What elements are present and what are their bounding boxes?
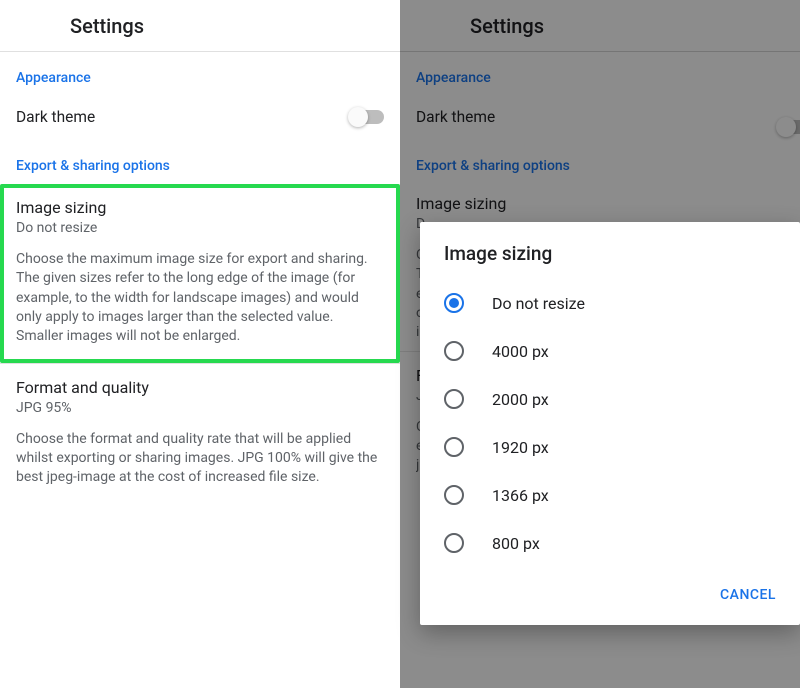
radio-icon xyxy=(444,293,464,313)
dialog-actions: CANCEL xyxy=(420,571,800,625)
radio-icon xyxy=(444,485,464,505)
radio-option[interactable]: 1366 px xyxy=(420,471,800,519)
radio-option[interactable]: 800 px xyxy=(420,519,800,567)
radio-label: 4000 px xyxy=(492,342,549,361)
dark-theme-label: Dark theme xyxy=(16,108,95,126)
image-sizing-value: Do not resize xyxy=(16,220,384,236)
image-sizing-item[interactable]: Image sizing Do not resize Choose the ma… xyxy=(0,184,400,363)
settings-header: Settings xyxy=(0,0,400,52)
image-sizing-description: Choose the maximum image size for export… xyxy=(16,250,384,347)
dark-theme-row[interactable]: Dark theme xyxy=(0,96,400,140)
radio-label: 800 px xyxy=(492,534,540,553)
format-quality-value: JPG 95% xyxy=(16,400,384,416)
radio-label: 1366 px xyxy=(492,486,549,505)
page-title: Settings xyxy=(70,14,144,38)
radio-label: Do not resize xyxy=(492,294,585,313)
format-quality-title: Format and quality xyxy=(16,378,384,397)
radio-icon xyxy=(444,533,464,553)
radio-label: 1920 px xyxy=(492,438,549,457)
section-export: Export & sharing options xyxy=(0,140,400,184)
radio-option[interactable]: 4000 px xyxy=(420,327,800,375)
radio-option[interactable]: 1920 px xyxy=(420,423,800,471)
format-quality-item[interactable]: Format and quality JPG 95% Choose the fo… xyxy=(0,364,400,504)
radio-icon xyxy=(444,437,464,457)
radio-label: 2000 px xyxy=(492,390,549,409)
format-quality-description: Choose the format and quality rate that … xyxy=(16,430,384,488)
radio-icon xyxy=(444,341,464,361)
section-appearance: Appearance xyxy=(0,52,400,96)
toggle-knob xyxy=(348,107,368,127)
radio-list: Do not resize 4000 px 2000 px 1920 px 1366 p… xyxy=(420,275,800,571)
radio-icon xyxy=(444,389,464,409)
dialog-title: Image sizing xyxy=(420,222,800,275)
radio-option[interactable]: Do not resize xyxy=(420,279,800,327)
dark-theme-toggle[interactable] xyxy=(350,110,384,124)
cancel-button[interactable]: CANCEL xyxy=(712,579,784,611)
image-sizing-title: Image sizing xyxy=(16,198,384,217)
image-sizing-dialog: Image sizing Do not resize 4000 px 2000 px… xyxy=(420,222,800,625)
radio-option[interactable]: 2000 px xyxy=(420,375,800,423)
